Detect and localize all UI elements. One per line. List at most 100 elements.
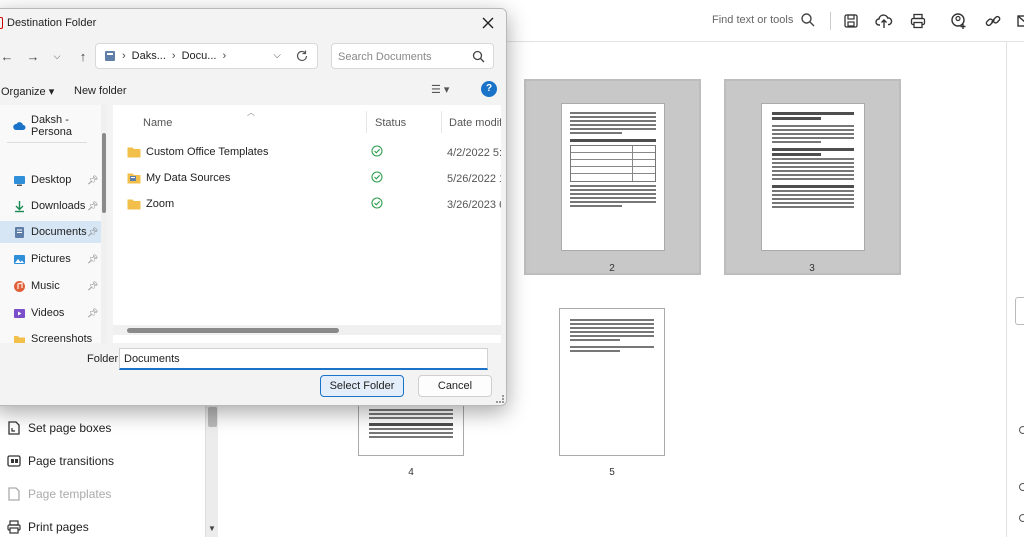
nav-item-onedrive[interactable]: Daksh - Persona <box>0 114 107 138</box>
pictures-icon <box>14 254 25 264</box>
column-divider[interactable] <box>441 111 442 133</box>
file-row[interactable]: Custom Office Templates 4/2/2022 5: <box>113 140 501 164</box>
scrollbar-thumb[interactable] <box>208 407 217 427</box>
file-row[interactable]: My Data Sources 5/26/2022 1 <box>113 166 501 190</box>
column-header-status[interactable]: Status <box>375 117 406 129</box>
downloads-icon <box>15 200 24 212</box>
nav-item-videos[interactable]: Videos 📌︎ <box>0 302 107 324</box>
page-number-4: 4 <box>408 467 414 478</box>
nav-item-pictures[interactable]: Pictures 📌︎ <box>0 248 107 270</box>
column-header-date-modified[interactable]: Date modifi <box>449 117 501 129</box>
file-row[interactable]: Zoom 3/26/2023 6 <box>113 192 501 216</box>
forward-button[interactable]: → <box>25 48 41 64</box>
close-button[interactable] <box>478 13 498 33</box>
pin-icon[interactable]: 📌︎ <box>87 175 98 186</box>
breadcrumb-user[interactable]: Daks... <box>132 50 166 62</box>
link-icon[interactable] <box>984 12 1002 30</box>
nav-item-label: Videos <box>31 307 65 319</box>
page-transitions-icon <box>7 455 21 467</box>
scroll-down-arrow-icon[interactable]: ▼ <box>208 524 216 533</box>
folder-icon <box>127 147 141 158</box>
set-page-boxes-icon <box>8 421 20 435</box>
help-icon[interactable]: ? <box>481 81 497 97</box>
dialog-title: Destination Folder <box>7 17 97 29</box>
organize-pages-panel: Set page boxes Page transitions Page tem… <box>0 405 205 537</box>
scrollbar-thumb[interactable] <box>102 133 106 213</box>
page-thumbnail-5[interactable] <box>559 308 665 456</box>
nav-item-desktop[interactable]: Desktop 📌︎ <box>0 169 107 191</box>
pin-icon[interactable]: 📌︎ <box>87 201 98 212</box>
folder-icon <box>127 199 141 210</box>
nav-pane-scrollbar[interactable] <box>101 105 107 343</box>
page-transitions-item[interactable]: Page transitions <box>6 450 114 472</box>
set-page-boxes-item[interactable]: Set page boxes <box>6 417 111 439</box>
print-pages-item[interactable]: Print pages <box>6 516 89 537</box>
organize-menu[interactable]: Organize ▾ <box>1 85 54 98</box>
data-sources-folder-icon <box>127 173 141 184</box>
file-list: ︿ Name Status Date modifi Custom Office … <box>113 105 501 343</box>
find-text-tools-input[interactable]: Find text or tools <box>712 14 793 26</box>
cancel-button[interactable]: Cancel <box>418 375 492 397</box>
music-icon <box>14 280 25 292</box>
pin-icon[interactable]: 📌︎ <box>87 281 98 292</box>
dialog-title-bar[interactable]: Destination Folder <box>0 9 506 37</box>
search-icon[interactable] <box>800 12 816 28</box>
print-icon[interactable] <box>909 12 927 30</box>
search-documents-input[interactable]: Search Documents <box>331 43 494 69</box>
nav-item-label: Desktop <box>31 174 72 186</box>
synced-check-icon <box>371 171 383 183</box>
toolbar-divider <box>830 12 831 30</box>
pin-icon[interactable]: 📌︎ <box>87 227 98 238</box>
upload-cloud-icon[interactable] <box>875 12 893 30</box>
left-panel-scrollbar[interactable]: ▼ <box>205 405 218 537</box>
back-button[interactable]: ← <box>0 48 15 64</box>
scrollbar-thumb[interactable] <box>127 328 339 333</box>
page-templates-item[interactable]: Page templates <box>6 483 111 505</box>
address-bar[interactable]: › Daks... › Docu... › ⌵ <box>95 43 318 69</box>
change-view-icon[interactable]: ☰ ▾ <box>431 83 461 99</box>
save-icon[interactable] <box>842 12 860 30</box>
refresh-icon[interactable] <box>295 49 309 63</box>
documents-location-icon <box>105 51 115 61</box>
nav-item-music[interactable]: Music 📌︎ <box>0 275 107 297</box>
file-list-horizontal-scrollbar[interactable] <box>113 325 501 335</box>
rail-tool-icon[interactable] <box>1019 426 1024 434</box>
nav-item-label: Documents <box>31 226 87 238</box>
file-date: 4/2/2022 5: <box>447 147 501 159</box>
rail-tool-icon[interactable] <box>1019 514 1024 522</box>
page-thumbnail-3[interactable] <box>724 79 901 275</box>
rail-panel-toggle[interactable] <box>1015 297 1024 325</box>
acrobat-app-icon <box>0 17 3 29</box>
search-icon <box>472 50 485 63</box>
nav-item-documents[interactable]: Documents 📌︎ <box>0 221 107 243</box>
page-preview <box>561 103 665 251</box>
column-divider[interactable] <box>366 111 367 133</box>
up-folder-button[interactable]: ↑ <box>75 48 91 64</box>
breadcrumb-chevron-icon: › <box>171 50 176 62</box>
recent-locations-chevron-icon[interactable]: ⌵ <box>49 48 65 64</box>
page-transitions-label: Page transitions <box>28 454 115 468</box>
page-number-2: 2 <box>609 263 615 274</box>
share-user-icon[interactable] <box>950 12 968 30</box>
rail-tool-icon[interactable] <box>1019 483 1024 491</box>
nav-divider <box>7 142 87 143</box>
onedrive-cloud-icon <box>13 121 26 130</box>
select-folder-button[interactable]: Select Folder <box>320 375 404 397</box>
resize-grip-icon[interactable] <box>496 395 504 403</box>
page-thumbnail-2[interactable] <box>524 79 701 275</box>
pin-icon[interactable]: 📌︎ <box>87 254 98 265</box>
breadcrumb-documents[interactable]: Docu... <box>182 50 217 62</box>
file-name: My Data Sources <box>127 172 230 184</box>
destination-folder-dialog: Destination Folder ← → ⌵ ↑ › Daks... › D… <box>0 8 507 406</box>
column-header-name[interactable]: Name <box>143 117 172 129</box>
pin-icon[interactable]: 📌︎ <box>87 308 98 319</box>
nav-item-screenshots[interactable]: Screenshots <box>0 328 107 343</box>
folder-field-row: Folder: Documents <box>0 345 506 373</box>
address-dropdown-icon[interactable]: ⌵ <box>273 50 281 61</box>
new-folder-button[interactable]: New folder <box>74 85 127 97</box>
nav-item-downloads[interactable]: Downloads 📌︎ <box>0 195 107 217</box>
right-tools-rail <box>1006 42 1024 537</box>
folder-input[interactable]: Documents <box>119 348 488 370</box>
mail-icon[interactable] <box>1016 12 1024 30</box>
set-page-boxes-label: Set page boxes <box>28 421 112 435</box>
